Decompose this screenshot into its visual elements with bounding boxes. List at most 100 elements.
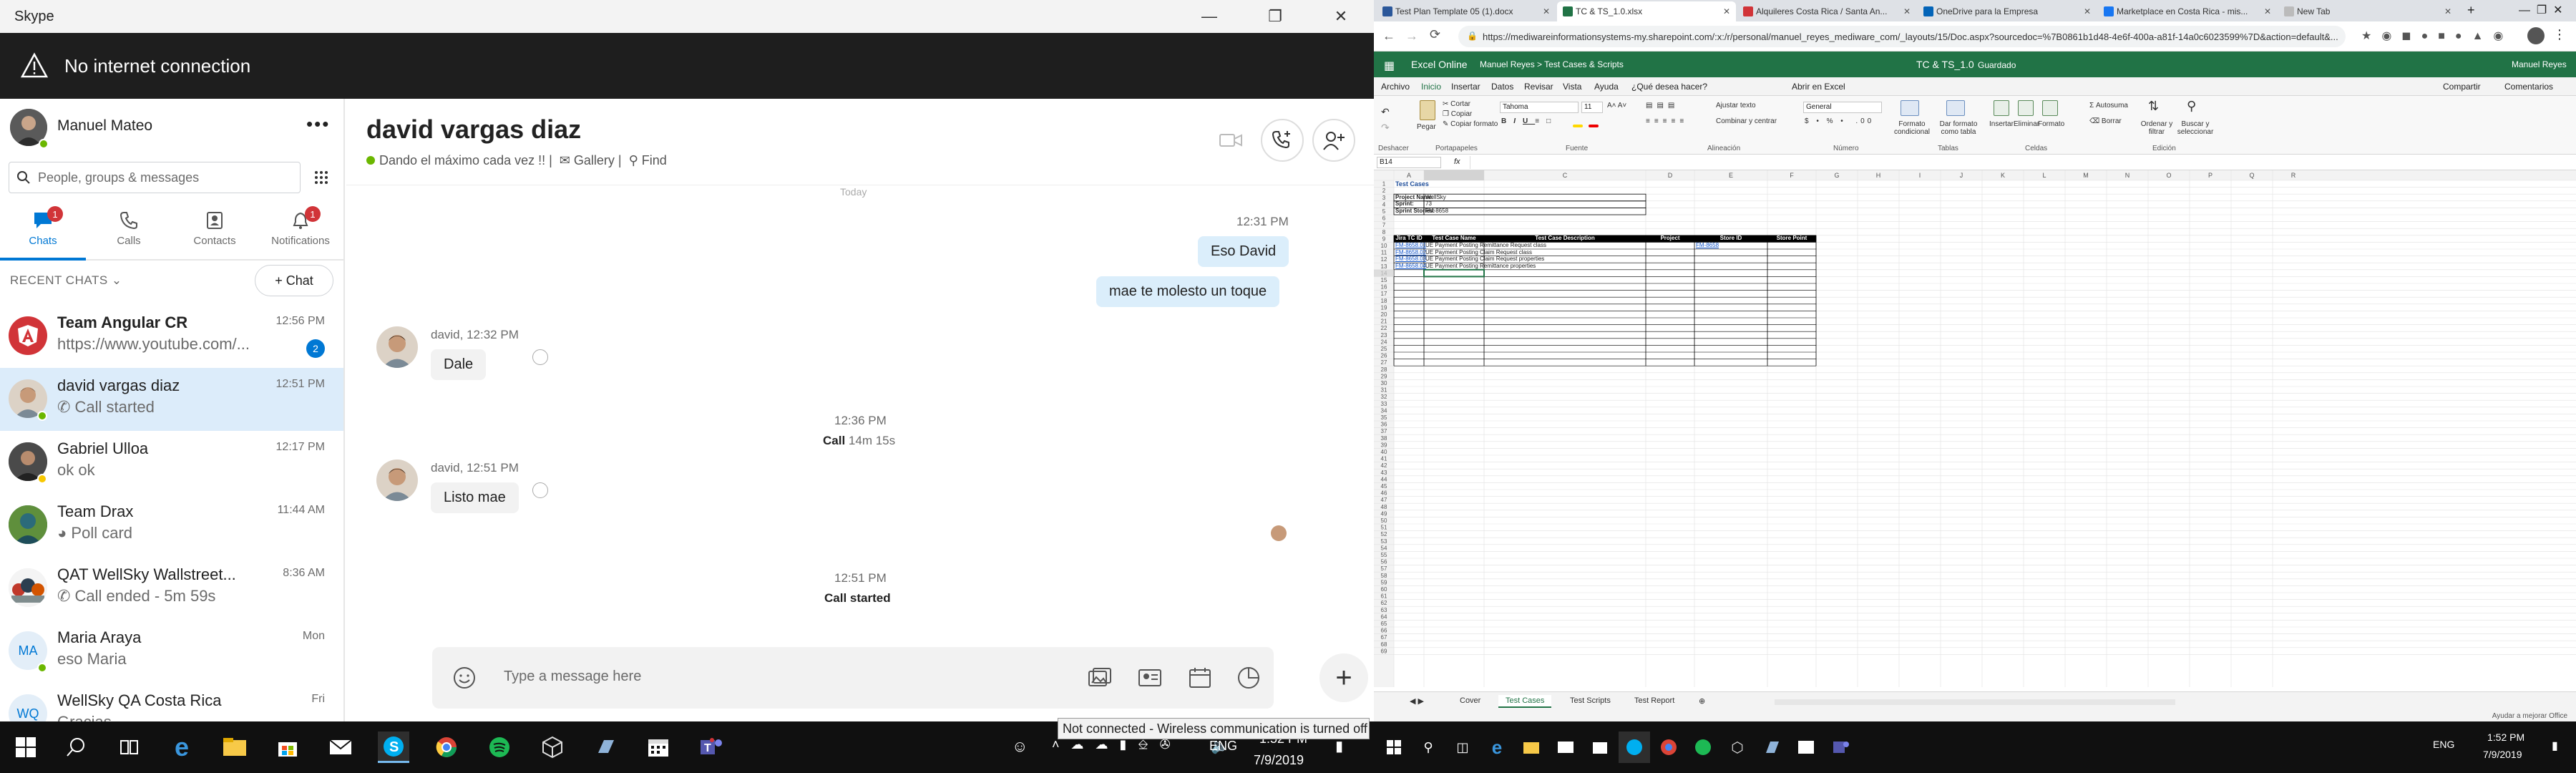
app-launcher-icon[interactable]: ▦ bbox=[1384, 59, 1395, 73]
merge-center-button[interactable]: Combinar y centrar bbox=[1716, 117, 1777, 125]
spotify-icon[interactable] bbox=[1687, 731, 1719, 763]
profile-name[interactable]: Manuel Mateo bbox=[57, 117, 152, 135]
back-icon[interactable]: ← bbox=[1382, 29, 1395, 44]
table-header-cell[interactable]: Test Case Name bbox=[1424, 235, 1484, 242]
wrap-text-button[interactable]: Ajustar texto bbox=[1716, 102, 1756, 110]
test-name-cell[interactable]: UE Payment Posting Remittance properties bbox=[1425, 263, 1536, 270]
clock-date[interactable]: 7/9/2019 bbox=[1254, 753, 1304, 768]
sprint-label-cell[interactable]: Sprint: bbox=[1395, 200, 1414, 208]
browser-tab[interactable]: Marketplace en Costa Rica - mis... ✕ bbox=[2098, 1, 2277, 21]
align-top-icons[interactable]: ▤▤▤ bbox=[1646, 102, 1679, 110]
chat-item[interactable]: QAT WellSky Wallstreet... ✆ Call ended -… bbox=[0, 557, 343, 620]
menu-ayuda[interactable]: Ayuda bbox=[1594, 82, 1619, 92]
skype-taskbar-icon[interactable] bbox=[1619, 731, 1650, 763]
sheet-nav-icons[interactable]: ◀ ▶ bbox=[1402, 695, 1431, 708]
story-id-link[interactable]: FM-8658 bbox=[1696, 242, 1719, 249]
edge-icon[interactable]: e bbox=[166, 731, 197, 763]
formula-input[interactable] bbox=[1470, 156, 2572, 169]
sprint-value-cell[interactable]: 73 bbox=[1425, 200, 1432, 208]
find-link[interactable]: Find bbox=[642, 153, 667, 167]
browser-tab[interactable]: OneDrive para la Empresa ✕ bbox=[1918, 1, 2097, 21]
format-painter-button[interactable]: ✎ Copiar formato bbox=[1443, 120, 1498, 128]
profile-avatar[interactable] bbox=[2527, 27, 2545, 44]
find-icon[interactable]: ⚲ bbox=[2187, 99, 2196, 114]
name-box[interactable]: B14 bbox=[1377, 157, 1441, 168]
lang-indicator[interactable]: ENG bbox=[2433, 739, 2454, 750]
insert-cells-icon[interactable] bbox=[1994, 100, 2009, 116]
test-name-cell[interactable]: UE Payment Posting Claim Request class bbox=[1425, 249, 1532, 256]
number-format-select[interactable]: General bbox=[1803, 102, 1882, 113]
menu-datos[interactable]: Datos bbox=[1491, 82, 1513, 92]
task-view-icon[interactable] bbox=[113, 731, 145, 763]
forward-icon[interactable]: → bbox=[1405, 29, 1418, 44]
file-explorer-icon[interactable] bbox=[1516, 731, 1547, 763]
chat-item[interactable]: david vargas diaz ✆ Call started 12:51 P… bbox=[0, 368, 343, 431]
chat-item[interactable]: Gabriel Ulloa ok ok 12:17 PM bbox=[0, 431, 343, 494]
extension-icons[interactable]: ★◉◼●■●▲◉ bbox=[2361, 29, 2513, 43]
document-title[interactable]: TC & TS_1.0 bbox=[1916, 59, 1974, 70]
browser-tab[interactable]: Test Plan Template 05 (1).docx ✕ bbox=[1377, 1, 1556, 21]
more-actions-button[interactable]: + bbox=[1319, 653, 1368, 702]
dialpad-icon[interactable] bbox=[306, 162, 336, 193]
font-color-icon[interactable] bbox=[1589, 125, 1599, 127]
menu-vista[interactable]: Vista bbox=[1563, 82, 1581, 92]
menu-insertar[interactable]: Insertar bbox=[1451, 82, 1480, 92]
people-icon[interactable]: ☺ bbox=[1012, 737, 1028, 756]
start-icon[interactable] bbox=[1378, 731, 1410, 763]
test-id-link[interactable]: FM-8658.03 bbox=[1395, 256, 1426, 263]
action-center-icon[interactable]: ▮ bbox=[2552, 739, 2558, 753]
spotify-icon[interactable] bbox=[484, 731, 515, 763]
horizontal-scrollbar[interactable] bbox=[1775, 699, 2175, 705]
chat-item[interactable]: Team Drax ◕ Poll card 11:44 AM bbox=[0, 494, 343, 557]
chat-item[interactable]: MA Maria Araya eso Maria Mon bbox=[0, 620, 343, 683]
comments-button[interactable]: Comentarios bbox=[2504, 82, 2553, 92]
clock-date[interactable]: 7/9/2019 bbox=[2483, 749, 2522, 760]
sheet-tab-cover[interactable]: Cover bbox=[1453, 695, 1488, 708]
mail-icon[interactable] bbox=[325, 731, 356, 763]
menu-inicio[interactable]: Inicio bbox=[1421, 82, 1441, 92]
avatar[interactable] bbox=[376, 460, 418, 501]
redo-icon[interactable]: ↷ bbox=[1381, 122, 1390, 134]
table-header-cell[interactable]: Store Point bbox=[1767, 235, 1816, 242]
format-table-icon[interactable] bbox=[1946, 100, 1965, 116]
autosum-button[interactable]: Σ Autosuma bbox=[2089, 102, 2128, 110]
app-name[interactable]: Excel Online bbox=[1411, 59, 1468, 70]
feedback-link[interactable]: Ayudar a mejorar Office bbox=[2492, 712, 2567, 720]
format-cells-icon[interactable] bbox=[2042, 100, 2058, 116]
add-sheet-button[interactable]: ⊕ bbox=[1692, 695, 1712, 708]
grow-font-icon[interactable]: A˄ A˅ bbox=[1607, 102, 1626, 110]
start-icon[interactable] bbox=[10, 731, 42, 763]
chrome-icon[interactable] bbox=[431, 731, 462, 763]
browser-tab-active[interactable]: TC & TS_1.0.xlsx ✕ bbox=[1557, 1, 1736, 21]
more-options-icon[interactable]: ••• bbox=[306, 113, 330, 135]
url-field[interactable]: 🔒 https://mediwareinformationsystems-my.s… bbox=[1458, 26, 2346, 47]
highlight-color-icon[interactable] bbox=[1573, 125, 1583, 127]
undo-icon[interactable]: ↶ bbox=[1381, 106, 1390, 118]
outgoing-message[interactable]: mae te molesto un toque bbox=[1096, 276, 1280, 307]
emoji-reaction-icon[interactable] bbox=[532, 482, 548, 498]
search-icon[interactable]: ⚲ bbox=[1413, 731, 1444, 763]
browser-tab[interactable]: New Tab ✕ bbox=[2278, 1, 2457, 21]
paste-icon[interactable] bbox=[1420, 100, 1435, 120]
test-name-cell[interactable]: UE Payment Posting Claim Request propert… bbox=[1425, 256, 1544, 263]
action-center-icon[interactable]: ▮ bbox=[1335, 737, 1343, 755]
app-icon[interactable] bbox=[1756, 731, 1787, 763]
test-name-cell[interactable]: UE Payment Posting Remittance Request cl… bbox=[1425, 242, 1546, 249]
menu-archivo[interactable]: Archivo bbox=[1381, 82, 1410, 92]
teams-icon[interactable] bbox=[1825, 731, 1856, 763]
sheet-tab-test-report[interactable]: Test Report bbox=[1627, 695, 1682, 708]
outgoing-message[interactable]: Eso David bbox=[1198, 236, 1289, 267]
user-name[interactable]: Manuel Reyes bbox=[2512, 59, 2567, 69]
new-tab-button[interactable]: + bbox=[2467, 3, 2475, 18]
calendar-icon[interactable] bbox=[1790, 731, 1822, 763]
nav-contacts[interactable]: Contacts bbox=[172, 203, 258, 261]
task-view-icon[interactable]: ◫ bbox=[1447, 731, 1478, 763]
message-input[interactable]: Type a message here bbox=[432, 647, 1274, 709]
spreadsheet-grid[interactable]: ABCDEFGHIJKLMNOPQR1234567891011121314151… bbox=[1374, 170, 2576, 687]
open-in-excel[interactable]: Abrir en Excel bbox=[1792, 82, 1845, 92]
mail-icon[interactable] bbox=[1550, 731, 1581, 763]
breadcrumb[interactable]: Manuel Reyes > Test Cases & Scripts bbox=[1480, 59, 1624, 69]
nav-chats[interactable]: 1 Chats bbox=[0, 203, 86, 261]
menu-icon[interactable]: ⋮ bbox=[2553, 27, 2566, 42]
video-call-button[interactable] bbox=[1209, 119, 1252, 162]
